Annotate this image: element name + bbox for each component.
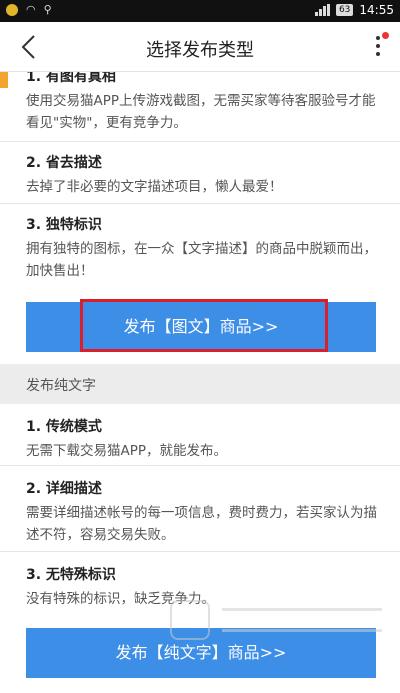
battery-level: 63	[335, 4, 354, 16]
app-notification-icon	[6, 4, 18, 16]
status-bar-left: ◠ ⚲	[6, 3, 52, 17]
highlight-box	[80, 299, 328, 352]
watermark-logo	[222, 608, 382, 632]
feature-item: 2. 详细描述 需要详细描述帐号的每一项信息，费时费力，若买家认为描述不符，容易…	[0, 466, 400, 552]
feature-item: 3. 独特标识 拥有独特的图标，在一众【文字描述】的商品中脱颖而出，加快售出！	[0, 204, 400, 288]
nav-bar: 选择发布类型	[0, 22, 400, 72]
feature-item: 2. 省去描述 去掉了非必要的文字描述项目，懒人最爱！	[0, 142, 400, 204]
watermark-bag-icon	[170, 600, 210, 640]
status-bar: ◠ ⚲ 63 14:55	[0, 0, 400, 22]
section-header-label: 发布纯文字	[26, 378, 96, 394]
feature-desc: 拥有独特的图标，在一众【文字描述】的商品中脱颖而出，加快售出！	[26, 241, 377, 279]
page-title: 选择发布类型	[146, 40, 254, 61]
status-time: 14:55	[359, 3, 394, 17]
publish-type-content[interactable]: 1. 有图有真相 使用交易猫APP上传游戏截图，无需买家等待客服验号才能看见"实…	[0, 72, 400, 693]
more-dots-icon	[376, 36, 380, 40]
watermark	[170, 594, 390, 644]
feature-title: 2. 省去描述	[26, 155, 102, 171]
section-header: 发布纯文字	[0, 364, 400, 404]
usb-icon: ⚲	[43, 3, 52, 16]
feature-desc: 需要详细描述帐号的每一项信息，费时费力，若买家认为描述不符，容易交易失败。	[26, 505, 377, 543]
feature-desc: 无需下载交易猫APP，就能发布。	[26, 443, 228, 459]
feature-item: 1. 有图有真相 使用交易猫APP上传游戏截图，无需买家等待客服验号才能看见"实…	[0, 72, 400, 142]
feature-title: 1. 有图有真相	[26, 72, 116, 85]
feature-title: 3. 无特殊标识	[26, 567, 116, 583]
feature-title: 3. 独特标识	[26, 217, 102, 233]
wifi-icon: ◠	[26, 3, 36, 16]
notification-badge	[382, 32, 389, 39]
more-menu-button[interactable]	[368, 32, 389, 62]
signal-icon	[314, 4, 330, 16]
feature-desc: 去掉了非必要的文字描述项目，懒人最爱！	[26, 179, 283, 195]
feature-title: 1. 传统模式	[26, 419, 102, 435]
status-bar-right: 63 14:55	[314, 3, 394, 17]
feature-item: 1. 传统模式 无需下载交易猫APP，就能发布。	[0, 404, 400, 466]
feature-desc: 使用交易猫APP上传游戏截图，无需买家等待客服验号才能看见"实物"，更有竞争力。	[26, 93, 376, 131]
feature-title: 2. 详细描述	[26, 481, 102, 497]
